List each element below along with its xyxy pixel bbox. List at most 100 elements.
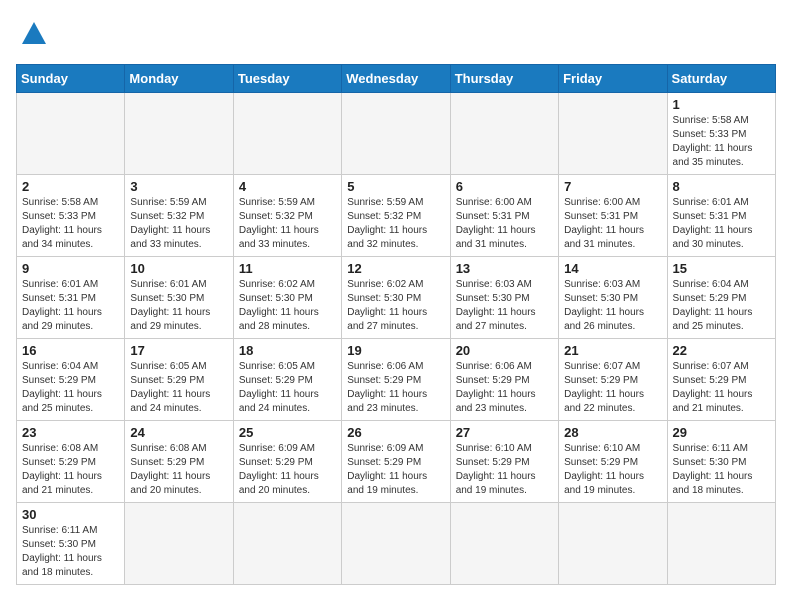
day-number: 12 — [347, 261, 444, 276]
calendar-week-row: 23 Sunrise: 6:08 AM Sunset: 5:29 PM Dayli… — [17, 421, 776, 503]
logo — [16, 16, 58, 52]
day-number: 17 — [130, 343, 227, 358]
calendar-cell — [559, 503, 667, 585]
cell-info: Sunrise: 6:00 AM Sunset: 5:31 PM Dayligh… — [564, 196, 661, 252]
day-number: 2 — [22, 179, 119, 194]
day-number: 22 — [673, 343, 770, 358]
calendar-cell — [450, 93, 558, 175]
header-friday: Friday — [559, 65, 667, 93]
calendar-cell: 21 Sunrise: 6:07 AM Sunset: 5:29 PM Dayli… — [559, 339, 667, 421]
cell-info: Sunrise: 6:04 AM Sunset: 5:29 PM Dayligh… — [673, 278, 770, 334]
cell-info: Sunrise: 6:06 AM Sunset: 5:29 PM Dayligh… — [456, 360, 553, 416]
day-number: 21 — [564, 343, 661, 358]
cell-info: Sunrise: 6:07 AM Sunset: 5:29 PM Dayligh… — [564, 360, 661, 416]
cell-info: Sunrise: 6:10 AM Sunset: 5:29 PM Dayligh… — [456, 442, 553, 498]
day-number: 8 — [673, 179, 770, 194]
calendar-cell: 18 Sunrise: 6:05 AM Sunset: 5:29 PM Dayli… — [233, 339, 341, 421]
day-number: 13 — [456, 261, 553, 276]
calendar-cell — [559, 93, 667, 175]
cell-info: Sunrise: 6:09 AM Sunset: 5:29 PM Dayligh… — [239, 442, 336, 498]
calendar-cell: 8 Sunrise: 6:01 AM Sunset: 5:31 PM Daylig… — [667, 175, 775, 257]
calendar: SundayMondayTuesdayWednesdayThursdayFrid… — [16, 64, 776, 585]
calendar-cell: 20 Sunrise: 6:06 AM Sunset: 5:29 PM Dayli… — [450, 339, 558, 421]
calendar-cell: 6 Sunrise: 6:00 AM Sunset: 5:31 PM Daylig… — [450, 175, 558, 257]
cell-info: Sunrise: 6:06 AM Sunset: 5:29 PM Dayligh… — [347, 360, 444, 416]
day-number: 18 — [239, 343, 336, 358]
day-number: 15 — [673, 261, 770, 276]
calendar-week-row: 16 Sunrise: 6:04 AM Sunset: 5:29 PM Dayli… — [17, 339, 776, 421]
cell-info: Sunrise: 6:05 AM Sunset: 5:29 PM Dayligh… — [239, 360, 336, 416]
calendar-cell: 23 Sunrise: 6:08 AM Sunset: 5:29 PM Dayli… — [17, 421, 125, 503]
calendar-cell: 19Sunrise: 6:06 AM Sunset: 5:29 PM Dayli… — [342, 339, 450, 421]
day-number: 10 — [130, 261, 227, 276]
cell-info: Sunrise: 6:02 AM Sunset: 5:30 PM Dayligh… — [347, 278, 444, 334]
calendar-cell: 14Sunrise: 6:03 AM Sunset: 5:30 PM Dayli… — [559, 257, 667, 339]
header-monday: Monday — [125, 65, 233, 93]
day-number: 6 — [456, 179, 553, 194]
calendar-cell: 27 Sunrise: 6:10 AM Sunset: 5:29 PM Dayli… — [450, 421, 558, 503]
cell-info: Sunrise: 6:02 AM Sunset: 5:30 PM Dayligh… — [239, 278, 336, 334]
day-number: 20 — [456, 343, 553, 358]
calendar-cell: 30Sunrise: 6:11 AM Sunset: 5:30 PM Dayli… — [17, 503, 125, 585]
calendar-cell — [667, 503, 775, 585]
calendar-cell — [125, 93, 233, 175]
header-thursday: Thursday — [450, 65, 558, 93]
day-number: 26 — [347, 425, 444, 440]
day-number: 27 — [456, 425, 553, 440]
calendar-cell: 25 Sunrise: 6:09 AM Sunset: 5:29 PM Dayli… — [233, 421, 341, 503]
calendar-week-row: 1 Sunrise: 5:58 AM Sunset: 5:33 PM Daylig… — [17, 93, 776, 175]
calendar-cell: 24Sunrise: 6:08 AM Sunset: 5:29 PM Dayli… — [125, 421, 233, 503]
logo-icon — [16, 16, 52, 52]
cell-info: Sunrise: 6:03 AM Sunset: 5:30 PM Dayligh… — [456, 278, 553, 334]
calendar-week-row: 30Sunrise: 6:11 AM Sunset: 5:30 PM Dayli… — [17, 503, 776, 585]
day-number: 28 — [564, 425, 661, 440]
cell-info: Sunrise: 5:58 AM Sunset: 5:33 PM Dayligh… — [22, 196, 119, 252]
cell-info: Sunrise: 6:01 AM Sunset: 5:31 PM Dayligh… — [673, 196, 770, 252]
calendar-cell: 10 Sunrise: 6:01 AM Sunset: 5:30 PM Dayli… — [125, 257, 233, 339]
calendar-cell — [233, 93, 341, 175]
cell-info: Sunrise: 6:09 AM Sunset: 5:29 PM Dayligh… — [347, 442, 444, 498]
day-number: 9 — [22, 261, 119, 276]
calendar-cell — [450, 503, 558, 585]
page-header — [16, 16, 776, 52]
calendar-cell: 26 Sunrise: 6:09 AM Sunset: 5:29 PM Dayli… — [342, 421, 450, 503]
calendar-cell: 15 Sunrise: 6:04 AM Sunset: 5:29 PM Dayli… — [667, 257, 775, 339]
calendar-cell: 22 Sunrise: 6:07 AM Sunset: 5:29 PM Dayli… — [667, 339, 775, 421]
calendar-cell: 12 Sunrise: 6:02 AM Sunset: 5:30 PM Dayli… — [342, 257, 450, 339]
calendar-cell — [125, 503, 233, 585]
header-saturday: Saturday — [667, 65, 775, 93]
calendar-cell: 11Sunrise: 6:02 AM Sunset: 5:30 PM Dayli… — [233, 257, 341, 339]
cell-info: Sunrise: 6:05 AM Sunset: 5:29 PM Dayligh… — [130, 360, 227, 416]
calendar-cell: 28 Sunrise: 6:10 AM Sunset: 5:29 PM Dayli… — [559, 421, 667, 503]
cell-info: Sunrise: 6:10 AM Sunset: 5:29 PM Dayligh… — [564, 442, 661, 498]
calendar-cell: 1 Sunrise: 5:58 AM Sunset: 5:33 PM Daylig… — [667, 93, 775, 175]
cell-info: Sunrise: 6:03 AM Sunset: 5:30 PM Dayligh… — [564, 278, 661, 334]
day-number: 4 — [239, 179, 336, 194]
day-number: 3 — [130, 179, 227, 194]
calendar-cell: 5Sunrise: 5:59 AM Sunset: 5:32 PM Daylig… — [342, 175, 450, 257]
calendar-header-row: SundayMondayTuesdayWednesdayThursdayFrid… — [17, 65, 776, 93]
calendar-cell: 9 Sunrise: 6:01 AM Sunset: 5:31 PM Daylig… — [17, 257, 125, 339]
calendar-cell: 16 Sunrise: 6:04 AM Sunset: 5:29 PM Dayli… — [17, 339, 125, 421]
day-number: 1 — [673, 97, 770, 112]
day-number: 16 — [22, 343, 119, 358]
day-number: 29 — [673, 425, 770, 440]
calendar-cell: 2 Sunrise: 5:58 AM Sunset: 5:33 PM Daylig… — [17, 175, 125, 257]
cell-info: Sunrise: 6:01 AM Sunset: 5:31 PM Dayligh… — [22, 278, 119, 334]
cell-info: Sunrise: 6:01 AM Sunset: 5:30 PM Dayligh… — [130, 278, 227, 334]
day-number: 5 — [347, 179, 444, 194]
cell-info: Sunrise: 6:04 AM Sunset: 5:29 PM Dayligh… — [22, 360, 119, 416]
cell-info: Sunrise: 5:59 AM Sunset: 5:32 PM Dayligh… — [239, 196, 336, 252]
calendar-cell: 17 Sunrise: 6:05 AM Sunset: 5:29 PM Dayli… — [125, 339, 233, 421]
calendar-week-row: 9 Sunrise: 6:01 AM Sunset: 5:31 PM Daylig… — [17, 257, 776, 339]
cell-info: Sunrise: 5:58 AM Sunset: 5:33 PM Dayligh… — [673, 114, 770, 170]
header-tuesday: Tuesday — [233, 65, 341, 93]
day-number: 25 — [239, 425, 336, 440]
calendar-cell — [233, 503, 341, 585]
day-number: 23 — [22, 425, 119, 440]
cell-info: Sunrise: 6:08 AM Sunset: 5:29 PM Dayligh… — [22, 442, 119, 498]
cell-info: Sunrise: 6:00 AM Sunset: 5:31 PM Dayligh… — [456, 196, 553, 252]
cell-info: Sunrise: 6:07 AM Sunset: 5:29 PM Dayligh… — [673, 360, 770, 416]
header-sunday: Sunday — [17, 65, 125, 93]
calendar-cell: 7Sunrise: 6:00 AM Sunset: 5:31 PM Daylig… — [559, 175, 667, 257]
